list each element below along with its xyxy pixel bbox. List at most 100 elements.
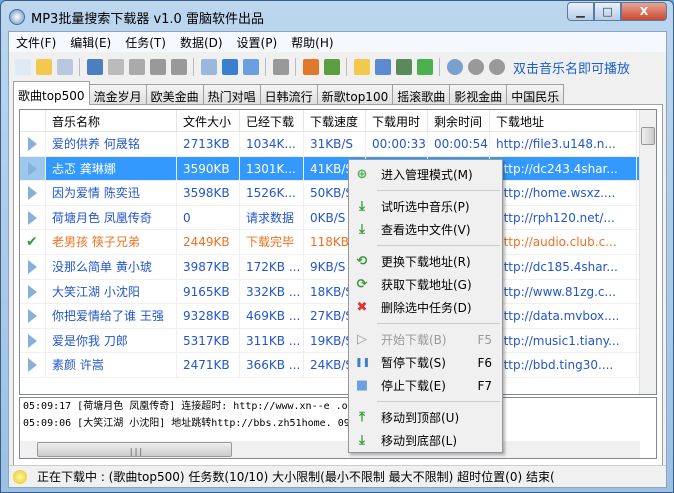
play-icon[interactable] bbox=[28, 358, 37, 373]
tab-2[interactable]: 欧美金曲 bbox=[145, 84, 204, 105]
tab-0[interactable]: 歌曲top500 bbox=[13, 81, 90, 105]
save-icon[interactable] bbox=[86, 59, 103, 75]
menu-item[interactable]: 帮助(H) bbox=[284, 32, 340, 52]
tab-6[interactable]: 摇滚歌曲 bbox=[392, 84, 451, 105]
check-icon: ✔ bbox=[26, 234, 38, 251]
cell-done: 请求数据 bbox=[240, 205, 304, 230]
context-menu-item[interactable]: ✖ 删除选中任务(D) bbox=[349, 296, 502, 319]
tab-1[interactable]: 流金岁月 bbox=[88, 84, 147, 105]
column-header[interactable]: 下载用时 bbox=[366, 110, 428, 131]
replace-icon: ⟲ bbox=[356, 253, 368, 269]
cell-name: 你把爱情给了谁 王强 bbox=[46, 304, 177, 328]
context-menu-item[interactable]: ⤒ 移动到顶部(U) bbox=[349, 406, 502, 429]
stop-circle-icon[interactable] bbox=[488, 59, 505, 75]
move-bottom-icon: ⤓ bbox=[359, 432, 365, 448]
gear-icon[interactable] bbox=[272, 59, 289, 75]
category-tabs: 歌曲top500 流金岁月 欧美金曲 热门对唱 日韩流行 新歌top100 摇滚歌曲 影视金曲… bbox=[13, 81, 565, 105]
log-hscrollbar[interactable]: ||| bbox=[20, 441, 640, 458]
expand-icon[interactable] bbox=[416, 59, 433, 75]
menu-item[interactable]: 文件(F) bbox=[9, 32, 63, 52]
play-icon[interactable] bbox=[28, 259, 37, 274]
column-header[interactable]: 下载速度 bbox=[304, 110, 366, 131]
row-status bbox=[20, 181, 46, 205]
home-icon[interactable] bbox=[302, 59, 319, 75]
maximize-button[interactable]: □ bbox=[594, 2, 621, 21]
list-scrollbar[interactable] bbox=[639, 110, 656, 394]
pause-icon[interactable] bbox=[221, 59, 238, 75]
context-menu-item[interactable]: ⟳ 获取下载地址(G) bbox=[349, 273, 502, 296]
tab-panel: 音乐名称 文件大小 已经下载 下载速度 下载用时 剩余时间 下载地址 爱的供养 何晟铭 271… bbox=[13, 104, 663, 484]
context-menu-item[interactable]: ⊕ 进入管理模式(M) bbox=[349, 163, 502, 186]
redo-icon[interactable] bbox=[170, 59, 187, 75]
menu-separator bbox=[377, 401, 500, 402]
context-menu-item[interactable]: ⤓ 移动到底部(L) bbox=[349, 429, 502, 452]
log-line: 05:09:17 [荷塘月色 凤凰传奇] 连接超时: http://www.xn… bbox=[23, 401, 475, 412]
table-row[interactable]: 没那么简单 黄小琥 3987KB 172KB ... 9KB/S http://dc18… bbox=[20, 254, 656, 280]
undo-icon[interactable] bbox=[149, 59, 166, 75]
folder-icon[interactable] bbox=[353, 59, 370, 75]
cell-speed: 31KB/S bbox=[304, 132, 366, 156]
play-icon[interactable] bbox=[28, 186, 37, 201]
table-row[interactable]: 大笑江湖 小沈阳 9165KB 332KB ... 18KB/S http://www.… bbox=[20, 279, 656, 305]
users-icon[interactable] bbox=[323, 59, 340, 75]
play-icon[interactable] bbox=[28, 161, 37, 176]
context-menu-item[interactable]: ❚❚ 暂停下载(S) F6 bbox=[349, 351, 502, 374]
column-header[interactable]: 文件大小 bbox=[177, 110, 240, 131]
copy-icon[interactable] bbox=[107, 59, 124, 75]
table-row[interactable]: 爱是你我 刀郎 5317KB 311KB ... 19KB/S http://music… bbox=[20, 328, 656, 354]
download-arrow-icon: ⤓ bbox=[359, 198, 365, 214]
help-icon[interactable] bbox=[374, 59, 391, 75]
collapse-icon[interactable] bbox=[395, 59, 412, 75]
new-file-icon[interactable] bbox=[14, 59, 31, 75]
menu-item[interactable]: 任务(T) bbox=[118, 32, 173, 52]
row-status bbox=[20, 328, 46, 353]
menu-item-label: 删除选中任务(D) bbox=[381, 301, 472, 315]
table-row[interactable]: 因为爱情 陈奕迅 3598KB 1526K... 50KB/S http://home.… bbox=[20, 181, 656, 206]
play-icon[interactable] bbox=[200, 59, 217, 75]
paste-icon[interactable] bbox=[128, 59, 145, 75]
play-icon[interactable] bbox=[28, 333, 37, 348]
hscroll-thumb[interactable]: ||| bbox=[37, 442, 232, 457]
tab-8[interactable]: 中国民乐 bbox=[506, 84, 565, 105]
open-folder-icon[interactable] bbox=[35, 59, 52, 75]
table-row[interactable]: ✔ 老男孩 筷子兄弟 2449KB 下载完毕 118KB/S http://audio.c… bbox=[20, 230, 656, 255]
cell-name: 爱的供养 何晟铭 bbox=[46, 132, 177, 156]
menu-item[interactable]: 数据(D) bbox=[173, 32, 230, 52]
column-header[interactable]: 下载地址 bbox=[490, 110, 637, 131]
cell-done: 469KB ... bbox=[240, 304, 304, 328]
menu-item[interactable]: 设置(P) bbox=[230, 32, 285, 52]
row-status bbox=[20, 279, 46, 304]
tab-3[interactable]: 热门对唱 bbox=[202, 84, 261, 105]
grid-icon[interactable] bbox=[56, 59, 73, 75]
close-button[interactable]: X bbox=[621, 2, 667, 21]
table-row[interactable]: 素颜 许嵩 2471KB 366KB ... 24KB/S http://bbd.tin… bbox=[20, 353, 656, 378]
column-header[interactable]: 已经下载 bbox=[240, 110, 304, 131]
play-icon[interactable] bbox=[28, 309, 37, 324]
play-icon[interactable] bbox=[28, 137, 37, 151]
app-icon bbox=[9, 9, 25, 25]
context-menu-item[interactable]: ⟲ 更换下载地址(R) bbox=[349, 250, 502, 273]
table-row[interactable]: 爱的供养 何晟铭 2713KB 1034K... 31KB/S 00:00:33 00:0… bbox=[20, 132, 656, 157]
stop-icon[interactable] bbox=[242, 59, 259, 75]
column-header[interactable]: 音乐名称 bbox=[46, 110, 177, 131]
tab-4[interactable]: 日韩流行 bbox=[259, 84, 318, 105]
context-menu-item[interactable]: ⤓ 查看选中文件(V) bbox=[349, 218, 502, 241]
play-circle-icon[interactable] bbox=[446, 59, 463, 75]
context-menu-item[interactable]: ■ 停止下载(E) F7 bbox=[349, 374, 502, 397]
tab-5[interactable]: 新歌top100 bbox=[316, 84, 394, 105]
menu-bar: 文件(F) 编辑(E) 任务(T) 数据(D) 设置(P) 帮助(H) bbox=[9, 32, 666, 52]
pause-circle-icon[interactable] bbox=[467, 59, 484, 75]
table-row[interactable]: 忐忑 龚琳娜 3590KB 1301K... 41KB/S http://dc243.4… bbox=[20, 156, 656, 182]
menu-item[interactable]: 编辑(E) bbox=[63, 32, 118, 52]
row-status bbox=[20, 156, 46, 181]
play-icon[interactable] bbox=[28, 284, 37, 299]
column-header[interactable]: 剩余时间 bbox=[428, 110, 490, 131]
toolbar-separator bbox=[265, 58, 266, 76]
play-icon[interactable] bbox=[28, 210, 37, 225]
minimize-button[interactable]: ▁ bbox=[567, 2, 594, 21]
context-menu-item[interactable]: ⤓ 试听选中音乐(P) bbox=[349, 195, 502, 218]
tab-7[interactable]: 影视金曲 bbox=[449, 84, 508, 105]
scroll-thumb[interactable] bbox=[641, 127, 655, 145]
table-row[interactable]: 你把爱情给了谁 王强 9328KB 469KB ... 27KB/S http://da… bbox=[20, 304, 656, 329]
table-row[interactable]: 荷塘月色 凤凰传奇 0 请求数据 0KB/S http://rph120.net/... bbox=[20, 205, 656, 231]
